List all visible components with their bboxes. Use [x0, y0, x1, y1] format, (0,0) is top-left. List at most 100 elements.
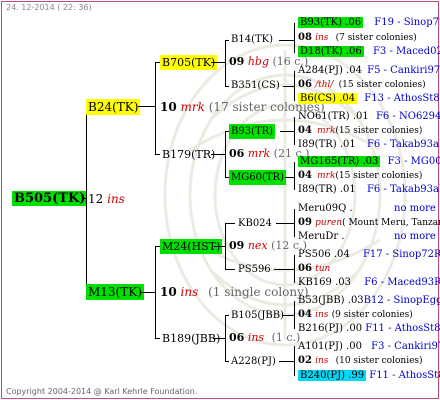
connector — [211, 62, 225, 63]
gen4-d2-mother-link[interactable]: F11 - AthosSt80R — [369, 370, 440, 381]
connector — [155, 62, 156, 154]
gen4-d2-year: 02 — [298, 355, 312, 366]
gen4-a1-mother-link[interactable]: F3 - Maced02Q — [373, 46, 440, 57]
gen3-a2[interactable]: B351(CS) — [229, 78, 282, 93]
gen4-a2-father-id[interactable]: A284(PJ) .04 — [298, 65, 362, 76]
gen4-b2-father-link[interactable]: F3 - MG00R — [388, 156, 440, 167]
gen4-b2-mother-link[interactable]: F6 - Takab93aR — [367, 184, 440, 195]
gen4-c1-father-id[interactable]: Meru09Q . — [298, 203, 353, 214]
gen4-b2-father-id[interactable]: MG165(TR) .03 — [298, 156, 381, 167]
gen4-b2-year: 04 — [298, 170, 312, 181]
gen4-d1-mother: B216(PJ) .00 F11 - AthosSt80R — [298, 322, 440, 336]
gen4-c1-note: ( Mount Meru, Tanzania — [342, 218, 440, 228]
gen2-d-breed: ins — [247, 331, 265, 344]
connector — [294, 301, 295, 329]
root-year: 12 — [88, 192, 104, 206]
gen4-b1-mother: I89(TR) .01 F6 - Takab93aR — [298, 138, 440, 152]
gen3-c2[interactable]: PS596 — [236, 262, 273, 277]
gen4-d2-mother-id[interactable]: B240(PJ) .99 — [298, 370, 367, 381]
gen3-d1[interactable]: B105(JBB) — [229, 308, 286, 323]
gen4-d2-father-id[interactable]: A101(PJ) .00 — [298, 341, 362, 352]
connector — [279, 40, 294, 41]
gen4-b1-father-link[interactable]: F6 - NO6294R — [376, 111, 440, 122]
connector — [294, 346, 295, 376]
gen4-b1-mid: 04 mrk(15 sister colonies) — [298, 124, 422, 138]
gen2-c-year: 09 — [229, 239, 245, 252]
gen2-a[interactable]: B705(TK) — [160, 55, 218, 70]
gen4-d1-mid: 04 ins (9 sister colonies) — [298, 308, 413, 322]
gen4-b2-mid: 04 mrk(15 sister colonies) — [298, 169, 422, 183]
gen4-d2-father-link[interactable]: F3 - Cankiri97Q — [371, 341, 440, 352]
gen2-b-year: 06 — [229, 147, 245, 160]
gen4-c2-mid: 06 tun — [298, 262, 330, 276]
gen4-b2-mother-id[interactable]: I89(TR) .01 — [298, 184, 356, 195]
gen4-b1-note: (15 sister colonies) — [335, 126, 423, 136]
gen3-b1[interactable]: B93(TR) — [229, 124, 276, 139]
gen4-c1-father-link[interactable]: no more — [394, 202, 436, 216]
gen2-c[interactable]: M24(HST) — [160, 239, 223, 254]
gen4-a2-breed: /thl/ — [315, 80, 334, 90]
connector — [294, 162, 295, 190]
gen4-a2-father-link[interactable]: F5 - Cankiri97Q — [367, 65, 440, 76]
connector — [294, 117, 295, 145]
gen4-a2-mid: 06 /thl/ (15 sister colonies) — [298, 78, 426, 92]
gen1-bottom[interactable]: M13(TK) — [86, 284, 144, 300]
copyright-footer: Copyright 2004-2014 @ Karl Kehrle Founda… — [6, 387, 198, 396]
gen4-a2-mother-id[interactable]: B6(CS) .04 — [298, 93, 358, 104]
gen4-c1-mother-link[interactable]: no more — [394, 230, 436, 244]
root-breed: ins — [107, 192, 125, 206]
connector — [214, 246, 225, 247]
connector — [211, 154, 225, 155]
gen4-b1-mother-id[interactable]: I89(TR) .01 — [298, 139, 356, 150]
gen4-c2-mother-link[interactable]: F6 - Maced93R — [364, 277, 440, 288]
gen2-b[interactable]: B179(TR) — [160, 147, 217, 162]
gen4-d1-mother-link[interactable]: F11 - AthosSt80R — [365, 323, 440, 334]
gen4-d2-father: A101(PJ) .00 F3 - Cankiri97Q — [298, 340, 440, 354]
gen4-a1-father-id[interactable]: B93(TK) .06 — [298, 17, 364, 28]
gen4-a2-mother-link[interactable]: F13 - AthosSt80R — [364, 93, 440, 104]
gen4-c2-mother-id[interactable]: KB169 .03 — [298, 277, 351, 288]
gen4-a1-father-link[interactable]: F19 - Sinop72R — [374, 17, 440, 28]
gen4-c2-father-id[interactable]: PS506 .04 — [298, 249, 350, 260]
gen4-a2-father: A284(PJ) .04 F5 - Cankiri97Q — [298, 64, 440, 78]
connector — [274, 269, 294, 270]
gen4-c2-father-link[interactable]: F17 - Sinop72R — [363, 249, 440, 260]
gen4-a2-note: (15 sister colonies) — [338, 80, 426, 90]
connector — [294, 209, 295, 237]
connector — [140, 292, 155, 293]
gen4-d1-father: B53(JBB) .03B12 - SinopEgg86R — [298, 294, 440, 308]
gen3-b2[interactable]: MG60(TR) — [229, 170, 286, 185]
gen3-a1[interactable]: B14(TK) — [229, 32, 275, 47]
gen3-d2[interactable]: A228(PJ) — [229, 354, 278, 369]
gen4-a1-mid: 08 ins (7 sister colonies) — [298, 31, 417, 45]
gen1-top[interactable]: B24(TK) — [86, 99, 141, 115]
connector — [225, 315, 226, 361]
gen4-a1-breed: ins — [315, 33, 329, 43]
gen4-d1-father-link[interactable]: B12 - SinopEgg86R — [364, 295, 440, 306]
gen4-b1-mother-link[interactable]: F6 - Takab93aR — [367, 139, 440, 150]
gen4-b1-father: NO61(TR) .01 F6 - NO6294R — [298, 110, 440, 124]
gen2-a-info: 09 hbg (16 c.) — [229, 55, 308, 69]
gen4-b2-breed: mrk — [317, 171, 336, 181]
gen4-a1-mother-id[interactable]: D18(TK) .06 — [298, 46, 364, 57]
connector — [294, 255, 295, 283]
gen4-c2-mother: KB169 .03 F6 - Maced93R — [298, 276, 440, 290]
gen4-b2-mother: I89(TR) .01 F6 - Takab93aR — [298, 183, 440, 197]
connector — [225, 223, 226, 269]
connector — [225, 223, 235, 224]
gen1-bottom-note: (1 single colony) — [208, 285, 309, 299]
gen4-c2-breed: tun — [315, 264, 331, 274]
gen3-c1[interactable]: KB024 — [236, 216, 274, 231]
gen4-c1-mother-id[interactable]: MeruDr . — [298, 231, 345, 242]
gen4-b1-father-id[interactable]: NO61(TR) .01 — [298, 111, 369, 122]
gen4-d1-breed: ins — [315, 310, 329, 320]
gen4-d1-mother-id[interactable]: B216(PJ) .00 — [298, 323, 362, 334]
gen2-d-note: (1 c.) — [271, 331, 301, 344]
connector — [279, 361, 294, 362]
gen4-d1-father-id[interactable]: B53(JBB) .03 — [298, 295, 364, 306]
root-queen[interactable]: B505(TK) — [12, 191, 88, 206]
connector — [294, 71, 295, 101]
gen2-a-breed: hbg — [247, 55, 269, 68]
gen2-d-info: 06 ins (1 c.) — [229, 331, 300, 345]
gen1-bottom-year: 10 — [160, 285, 177, 299]
